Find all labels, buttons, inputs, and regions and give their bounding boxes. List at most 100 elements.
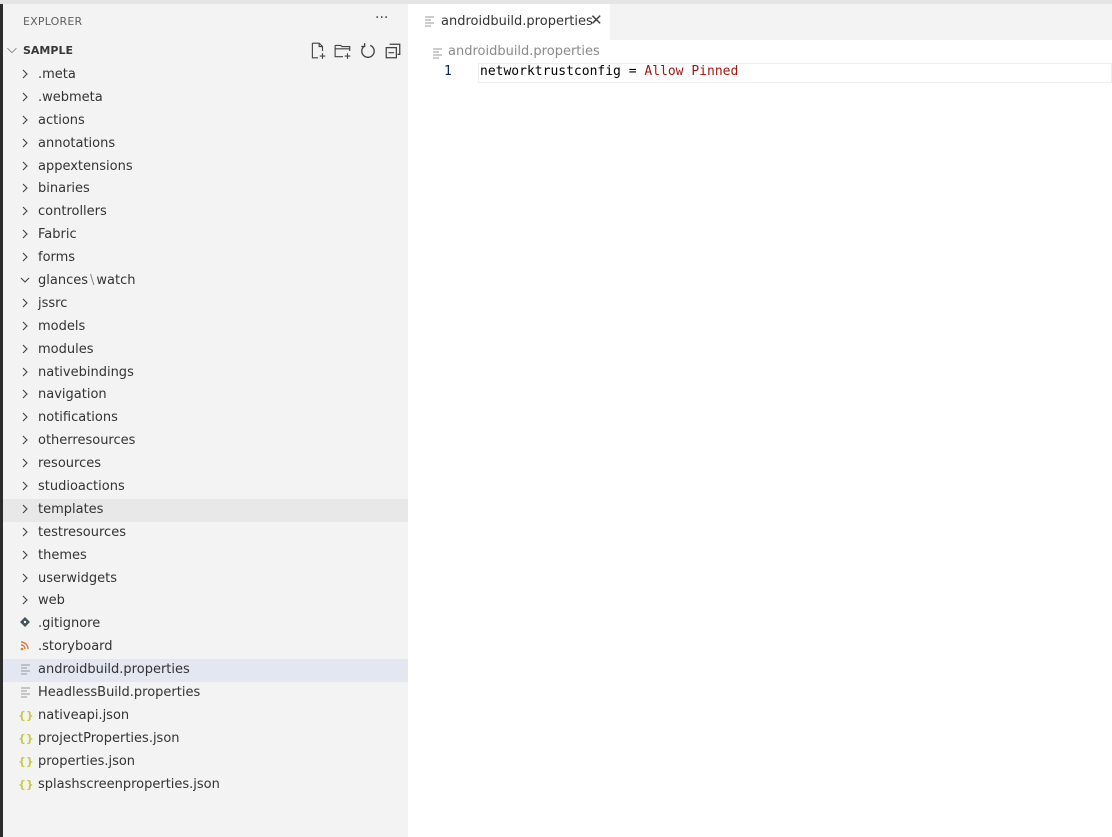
folder-item[interactable]: templates — [3, 498, 408, 522]
folder-item[interactable]: annotations — [3, 133, 408, 156]
file-item[interactable]: HeadlessBuild.properties — [3, 682, 408, 705]
explorer-title: EXPLORER — [23, 15, 83, 28]
folder-item[interactable]: actions — [3, 110, 408, 133]
item-name: userwidgets — [38, 570, 117, 586]
item-name-nested: watch — [96, 273, 136, 289]
item-name: resources — [38, 456, 102, 472]
item-label: HeadlessBuild.properties — [38, 685, 200, 700]
collapse-all-icon[interactable] — [384, 42, 402, 60]
folder-item[interactable]: studioactions — [3, 476, 408, 499]
item-label: appextensions — [38, 159, 133, 174]
chevron-right-icon — [18, 593, 32, 609]
breadcrumb-file[interactable]: androidbuild.properties — [448, 44, 600, 59]
property-key: networktrustconfig — [480, 64, 621, 79]
item-label: navigation — [38, 387, 107, 402]
item-label: resources — [38, 456, 101, 471]
item-name: glances — [38, 273, 88, 289]
chevron-right-icon — [18, 387, 32, 403]
chevron-right-icon — [18, 67, 32, 83]
folder-item[interactable]: navigation — [3, 384, 408, 407]
text-file-icon — [425, 16, 434, 27]
text-file-icon — [18, 685, 32, 701]
folder-item[interactable]: modules — [3, 339, 408, 362]
folder-item[interactable]: resources — [3, 453, 408, 476]
item-name: HeadlessBuild.properties — [38, 685, 201, 701]
item-label: nativeapi.json — [38, 708, 129, 723]
item-label: annotations — [38, 136, 115, 151]
item-name: modules — [38, 341, 94, 357]
folder-item[interactable]: nativebindings — [3, 362, 408, 385]
item-name: annotations — [38, 135, 116, 151]
item-name: projectProperties.json — [38, 730, 180, 746]
chevron-right-icon — [18, 136, 32, 152]
folder-item[interactable]: .webmeta — [3, 87, 408, 110]
chevron-right-icon — [18, 113, 32, 129]
item-label: userwidgets — [38, 571, 117, 586]
file-item[interactable]: {} projectProperties.json — [3, 728, 408, 751]
tab-androidbuild-properties[interactable]: androidbuild.properties ✕ — [408, 4, 610, 40]
chevron-right-icon — [18, 159, 32, 175]
folder-item[interactable]: Fabric — [3, 224, 408, 247]
code-line[interactable]: networktrustconfig = Allow Pinned — [480, 64, 738, 79]
item-name: .gitignore — [38, 616, 101, 632]
folder-item[interactable]: web — [3, 590, 408, 613]
folder-item[interactable]: jssrc — [3, 293, 408, 316]
folder-item[interactable]: .meta — [3, 64, 408, 87]
file-item[interactable]: {} splashscreenproperties.json — [3, 774, 408, 797]
item-label: .meta — [38, 67, 76, 82]
folder-item[interactable]: glances \ watch — [3, 270, 408, 293]
chevron-right-icon — [18, 548, 32, 564]
chevron-right-icon — [18, 456, 32, 472]
folder-item[interactable]: userwidgets — [3, 568, 408, 591]
folder-item[interactable]: binaries — [3, 178, 408, 201]
item-name: .storyboard — [38, 639, 113, 655]
workspace-section-header[interactable]: ⌵ SAMPLE — [3, 40, 408, 62]
refresh-icon[interactable] — [359, 42, 377, 60]
folder-item[interactable]: notifications — [3, 407, 408, 430]
item-label: jssrc — [38, 296, 67, 311]
item-name: appextensions — [38, 158, 133, 174]
folder-item[interactable]: controllers — [3, 201, 408, 224]
item-name: jssrc — [38, 295, 68, 311]
item-label: otherresources — [38, 433, 135, 448]
folder-item[interactable]: appextensions — [3, 156, 408, 179]
folder-item[interactable]: forms — [3, 247, 408, 270]
property-value: Allow Pinned — [644, 64, 739, 79]
json-file-icon: {} — [18, 731, 34, 745]
folder-item[interactable]: otherresources — [3, 430, 408, 453]
chevron-right-icon — [18, 433, 32, 449]
new-file-icon[interactable] — [309, 42, 327, 60]
property-operator: = — [620, 64, 645, 79]
item-label: .webmeta — [38, 90, 103, 105]
chevron-right-icon — [18, 250, 32, 266]
folder-item[interactable]: themes — [3, 545, 408, 568]
file-item[interactable]: androidbuild.properties — [3, 659, 408, 683]
folder-item[interactable]: testresources — [3, 522, 408, 545]
new-folder-icon[interactable] — [334, 42, 352, 60]
file-item[interactable]: {} properties.json — [3, 751, 408, 774]
item-name: navigation — [38, 387, 107, 403]
file-item[interactable]: .storyboard — [3, 636, 408, 659]
item-name: actions — [38, 112, 85, 128]
folder-item[interactable]: models — [3, 316, 408, 339]
chevron-right-icon — [18, 227, 32, 243]
chevron-right-icon — [18, 479, 32, 495]
item-label: properties.json — [38, 754, 135, 769]
item-name: forms — [38, 250, 76, 266]
item-name: testresources — [38, 524, 126, 540]
chevron-right-icon — [18, 342, 32, 358]
item-label: .storyboard — [38, 639, 113, 654]
close-icon[interactable]: ✕ — [590, 11, 603, 29]
item-label: testresources — [38, 525, 126, 540]
file-item[interactable]: {} nativeapi.json — [3, 705, 408, 728]
item-label: androidbuild.properties — [38, 662, 190, 677]
item-name: splashscreenproperties.json — [38, 776, 220, 792]
more-actions-icon[interactable]: ··· — [375, 10, 388, 26]
file-tree: .meta .webmeta actions annotations appextens… — [3, 64, 408, 797]
item-label: modules — [38, 342, 94, 357]
item-label: projectProperties.json — [38, 731, 180, 746]
chevron-right-icon — [18, 90, 32, 106]
item-label: splashscreenproperties.json — [38, 777, 220, 792]
file-item[interactable]: .gitignore — [3, 613, 408, 636]
item-name: models — [38, 318, 86, 334]
